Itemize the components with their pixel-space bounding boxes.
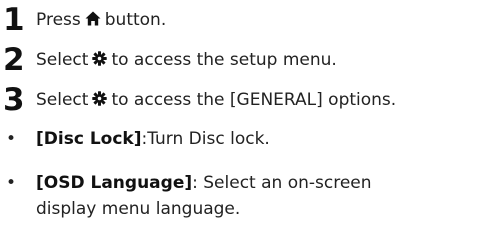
step-1: 1 Press button. xyxy=(0,0,496,40)
step-text-before: Select xyxy=(36,50,89,70)
bullet-item-disc-lock: • [Disc Lock]:Turn Disc lock. xyxy=(0,126,496,156)
step-number: 2 xyxy=(3,42,25,78)
step-2: 2 Select to access the setup menu. xyxy=(0,40,496,80)
step-3: 3 Select to access the [GENERAL] options. xyxy=(0,80,496,120)
bullet-text: [OSD Language]: Select an on-screen disp… xyxy=(36,170,416,222)
gear-icon xyxy=(92,51,108,66)
bullet-marker: • xyxy=(6,173,17,193)
step-text-after: button. xyxy=(104,10,167,30)
option-description: :Turn Disc lock. xyxy=(141,129,270,149)
step-text: Press button. xyxy=(36,0,166,40)
step-text: Select to access the [GENERAL] options. xyxy=(36,80,396,120)
gear-icon xyxy=(92,91,108,106)
bullet-marker: • xyxy=(6,129,17,149)
step-text-before: Press xyxy=(36,10,81,30)
step-text-after: to access the [GENERAL] options. xyxy=(111,90,397,110)
step-number: 3 xyxy=(3,82,25,118)
bullet-item-osd-language: • [OSD Language]: Select an on-screen di… xyxy=(0,170,496,230)
step-text: Select to access the setup menu. xyxy=(36,40,337,80)
option-term: [OSD Language] xyxy=(36,173,193,193)
option-term: [Disc Lock] xyxy=(36,129,142,149)
instruction-document: 1 Press button. 2 Select to access the set… xyxy=(0,0,496,244)
home-icon xyxy=(85,11,101,26)
bullet-text: [Disc Lock]:Turn Disc lock. xyxy=(36,126,476,152)
step-text-before: Select xyxy=(36,90,89,110)
step-number: 1 xyxy=(3,2,25,38)
step-text-after: to access the setup menu. xyxy=(111,50,337,70)
